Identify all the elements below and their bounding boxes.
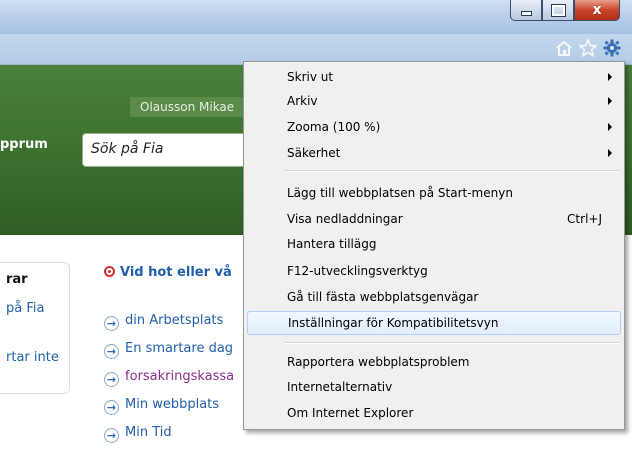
menu-item-label: Zooma (100 %) <box>287 120 381 134</box>
menu-shortcut: Ctrl+J <box>567 212 602 226</box>
menu-item-label: Om Internet Explorer <box>287 406 414 420</box>
quick-link-label: Min webbplats <box>125 397 220 412</box>
menu-item-label: F12-utvecklingsverktyg <box>287 264 428 278</box>
menu-item-downloads[interactable]: Visa nedladdningar Ctrl+J <box>246 207 622 231</box>
menu-item-internet-options[interactable]: Internetalternativ <box>246 375 622 399</box>
menu-item-pinned-sites[interactable]: Gå till fästa webbplatsgenvägar <box>246 285 622 309</box>
menu-item-add-to-start[interactable]: Lägg till webbplatsen på Start-menyn <box>246 181 622 205</box>
submenu-arrow-icon <box>608 97 612 105</box>
quick-link[interactable]: → forsakringskassa <box>104 367 234 395</box>
menu-item-zoom[interactable]: Zooma (100 %) <box>246 115 622 139</box>
menu-item-label: Skriv ut <box>287 70 334 84</box>
arrow-right-icon: → <box>104 372 119 387</box>
left-box-title: rar <box>6 272 28 287</box>
menu-separator <box>284 342 620 344</box>
menu-item-label: Arkiv <box>287 94 318 108</box>
menu-item-label: Rapportera webbplatsproblem <box>287 355 470 369</box>
menu-item-label: Inställningar för Kompatibilitetsvyn <box>288 316 499 330</box>
home-icon[interactable] <box>554 38 574 58</box>
quick-link-label: din Arbetsplats <box>125 313 224 328</box>
arrow-right-icon: → <box>104 400 119 415</box>
maximize-button[interactable] <box>542 0 574 21</box>
submenu-arrow-icon <box>608 73 612 81</box>
favorites-star-icon[interactable] <box>578 38 598 58</box>
quick-link[interactable]: → Min webbplats <box>104 395 234 423</box>
maximize-icon <box>550 3 566 17</box>
menu-item-manage-addons[interactable]: Hantera tillägg <box>246 232 622 256</box>
alert-heading-text: Vid hot eller vå <box>120 265 232 280</box>
left-box-link-2[interactable]: rtar inte <box>6 350 59 365</box>
menu-item-label: Gå till fästa webbplatsgenvägar <box>287 290 479 304</box>
tools-menu: Skriv ut Arkiv Zooma (100 %) Säkerhet Lä… <box>243 61 625 430</box>
menu-item-about[interactable]: Om Internet Explorer <box>246 401 622 425</box>
close-icon: x <box>592 2 602 18</box>
menu-item-file[interactable]: Arkiv <box>246 89 622 113</box>
menu-item-label: Hantera tillägg <box>287 237 377 251</box>
quick-link[interactable]: → En smartare dag <box>104 339 234 367</box>
quick-link-label: En smartare dag <box>125 341 234 356</box>
quick-links: → din Arbetsplats → En smartare dag → forsa… <box>104 311 234 451</box>
quick-link[interactable]: → din Arbetsplats <box>104 311 234 339</box>
menu-item-label: Visa nedladdningar <box>287 212 403 226</box>
title-bar: x <box>0 0 632 34</box>
left-box-link-1[interactable]: på Fia <box>6 301 44 316</box>
menu-separator <box>284 170 620 172</box>
window-controls: x <box>510 0 620 21</box>
arrow-right-icon: → <box>104 344 119 359</box>
menu-item-label: Säkerhet <box>287 146 341 160</box>
minimize-icon <box>520 11 532 16</box>
menu-item-report-problems[interactable]: Rapportera webbplatsproblem <box>246 350 622 374</box>
tools-gear-icon[interactable] <box>602 38 622 58</box>
quick-link[interactable]: → Min Tid <box>104 423 234 451</box>
alert-heading[interactable]: Vid hot eller vå <box>104 265 232 280</box>
nav-tab-label[interactable]: pprum <box>0 137 48 152</box>
menu-item-label: Lägg till webbplatsen på Start-menyn <box>287 186 513 200</box>
submenu-arrow-icon <box>608 149 612 157</box>
menu-item-compat-view-settings[interactable]: Inställningar för Kompatibilitetsvyn <box>247 311 621 335</box>
close-button[interactable]: x <box>574 0 620 21</box>
alert-icon <box>104 266 115 277</box>
menu-item-f12-tools[interactable]: F12-utvecklingsverktyg <box>246 259 622 283</box>
menu-item-safety[interactable]: Säkerhet <box>246 141 622 165</box>
menu-item-label: Internetalternativ <box>287 380 393 394</box>
quick-link-label: Min Tid <box>125 425 172 440</box>
submenu-arrow-icon <box>608 123 612 131</box>
arrow-right-icon: → <box>104 316 119 331</box>
minimize-button[interactable] <box>510 0 542 21</box>
menu-item-print[interactable]: Skriv ut <box>246 65 622 89</box>
quick-link-label: forsakringskassa <box>125 369 235 384</box>
